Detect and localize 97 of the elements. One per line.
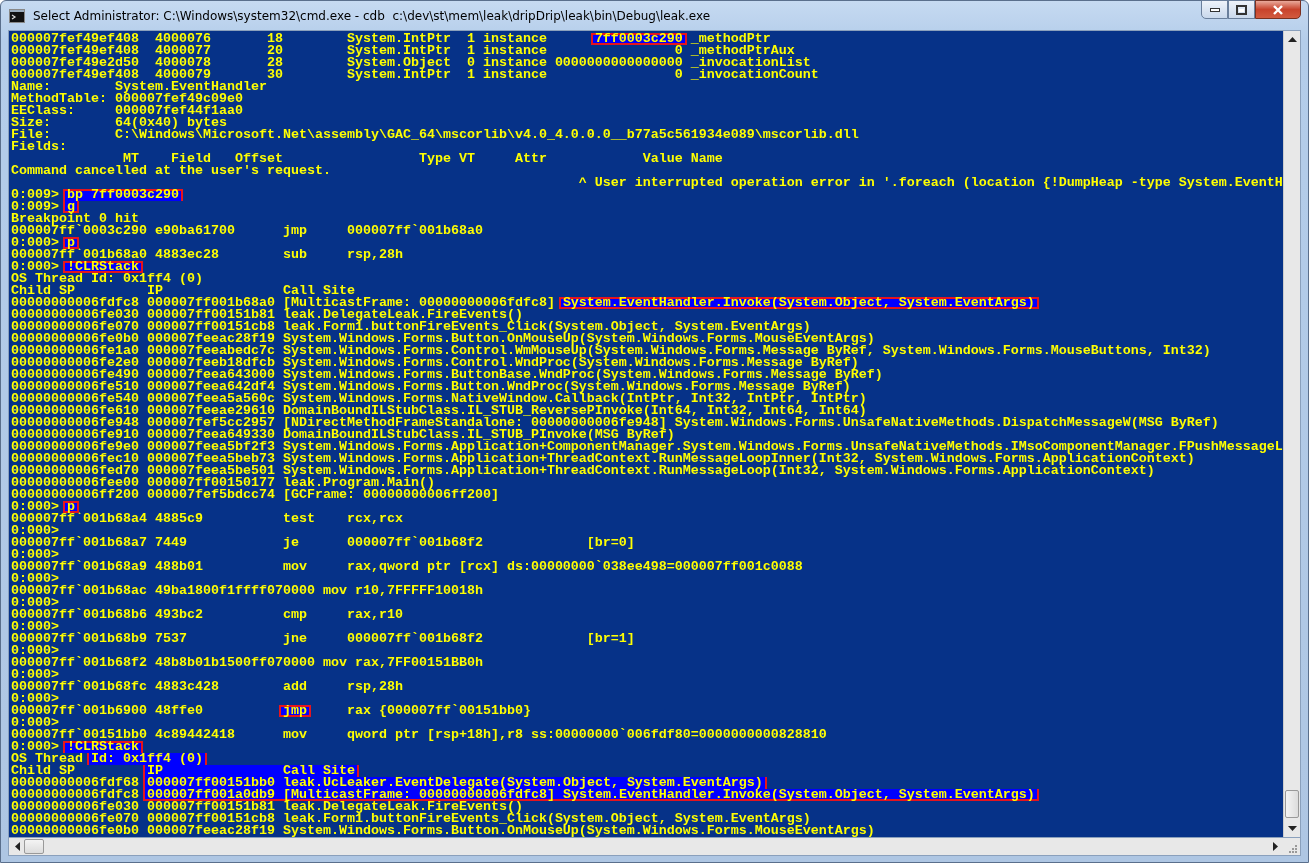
minimize-button[interactable] [1201,0,1228,19]
console-text: 000007ff`001b68f2 48b8b01b1500ff070000 mov rax,7FF00151BB0h [11,657,483,669]
console-text: OS Thread Id: 0x1ff4 (0) [11,273,203,285]
console-text: Child SP [11,765,75,777]
console-text: 000007fef49ef408 4000077 20 System.IntPtr 1 instance 0 _methodPtrAux [11,45,795,57]
console-text: 0:009> [11,201,59,213]
scroll-thumb[interactable] [24,839,44,854]
console-text: 0:009> [11,189,60,201]
console-text: bp 7ff0003c290 [63,189,183,201]
console-text: !CLRStack [63,261,143,273]
console-text: 0:000> [11,525,59,537]
console-text: 00000000006fe1a0 000007feeabedc7c System.Windows.Forms.Control.WmMouseUp(System.Windows.Forms.Message ByRef, System.Windows.Forms.MouseButtons, Int32) [11,345,1211,357]
console-text: g [63,201,79,213]
console-text: _methodPtr [689,33,771,45]
close-button[interactable] [1255,0,1301,19]
console-text: 000007fef49ef408 4000076 18 System.IntPtr 1 instance [11,33,548,45]
console-text: 000007ff`001b68a4 4885c9 test rcx,rcx [11,513,403,525]
console-text: 0:000> [11,501,59,513]
console-text: Name: System.EventHandler [11,81,267,93]
console-text: 00000000006fe9e0 000007feea5bf2f3 System.Windows.Forms.Application+ComponentManager.System.Windows.Forms.UnsafeNativeMethods.IMsoComponentManager.FPushMessageL [11,441,1283,453]
console-text: Id: 0x1ff4 (0) [87,753,207,765]
console-text: 0:000> [11,573,59,585]
console-text: 00000000006fe490 000007feea643000 System.Windows.Forms.ButtonBase.WndProc(System.Windows.Forms.Message ByRef) [11,369,883,381]
console-text: 00000000006fec10 000007feea5beb73 System.Windows.Forms.Application+ThreadContext.RunMessageLoopInner(Int32, System.Windows.Forms.ApplicationContext) [11,453,1195,465]
minimize-icon [1209,7,1220,12]
console-text: 00000000006fe540 000007feea5a560c System.Windows.Forms.NativeWindow.Callback(IntPtr, Int32, IntPtr, IntPtr) [11,393,867,405]
console-text: 00000000006fe2e0 000007feeb18dfcb System.Windows.Forms.Control.WndProc(System.Windows.Forms.Message ByRef) [11,357,859,369]
restore-icon [1236,4,1247,15]
scroll-right-icon[interactable] [1273,842,1278,851]
console-text: 000007fef49e2d50 4000078 28 System.Object 0 instance 0000000000000000 _invocationList [11,57,811,69]
console-text: ^ User interrupted operation error in '.foreach (location {!DumpHeap -type System.EventH [577,177,1283,189]
console-text: 00000000006fe0b0 000007feeac28f19 System.Windows.Forms.Button.OnMouseUp(System.Windows.Forms.MouseEventArgs) [11,333,875,345]
console-text: File: C:\Windows\Microsoft.Net\assembly\GAC_64\mscorlib\v4.0_4.0.0.0__b77a5c561934e089\mscorlib.dll [11,129,859,141]
close-icon [1272,4,1284,15]
console-text: MT Field Offset Type VT Attr Value Name [122,153,723,165]
console-icon [9,8,25,23]
scroll-left-icon[interactable] [15,842,20,851]
console-text: 00000000006fe070 000007ff00151cb8 leak.Form1.buttonFireEvents_Click(System.Object, System.EventArgs) [11,321,811,333]
console-text: 0:000> [11,645,59,657]
console-text: 000007ff`001b68b9 7537 jne 000007ff`001b68f2 [br=1] [11,633,635,645]
console-text: 0:000> [11,237,59,249]
console-text: 000007ff`00151bb0 4c89442418 mov qword ptr [rsp+18h],r8 ss:00000000`006fdf80=0000000000828810 [11,729,827,741]
console-text: EEClass: 000007fef44f1aa0 [11,105,243,117]
console-text: jmp [278,705,311,717]
console-text: 000007ff`001b68a0 4883ec28 sub rsp,28h [11,249,403,261]
maximize-button[interactable] [1228,0,1255,19]
console-text: System.EventHandler.Invoke(System.Object, System.EventArgs) [558,297,1039,309]
console-text: Size: 64(0x40) bytes [11,117,227,129]
console-text: 0:000> [11,669,59,681]
console-text: OS Thread [11,753,84,765]
console-text: 000007ff00151bb0 leak.UcLeaker.EventDelegate(System.Object, System.EventArgs) [143,777,767,789]
console-text: 00000000006fdf68 [11,777,140,789]
console-text: p [63,501,79,513]
console-text: 000007ff`001b68ac 49ba1800f1ffff070000 mov r10,7FFFFF10018h [11,585,483,597]
console-text: 0:000> [11,717,59,729]
console-text: 000007ff`001b68b6 493bc2 cmp rax,r10 [11,609,403,621]
scroll-down-icon[interactable] [1287,826,1297,831]
console-text: MethodTable: 000007fef49c09e0 [11,93,243,105]
console-text: p [63,237,79,249]
console-text: 000007ff001a0db9 [MulticastFrame: 00000000006fdfc8] System.EventHandler.Invoke(System.Object, System.EventArgs) [143,789,1039,801]
console-text: IP Call Site [143,765,359,777]
console-text: 0:000> [11,741,59,753]
console-text: 000007ff`001b68fc 4883c428 add rsp,28h [11,681,403,693]
console-text: 00000000006fe070 000007ff00151cb8 leak.Form1.buttonFireEvents_Click(System.Object, System.EventArgs) [11,813,811,825]
console-text: 0:000> [11,261,59,273]
console-text: 000007ff`0003c290 e90ba61700 jmp 000007ff`001b68a0 [11,225,483,237]
console-text: 7ff0003c290 [590,33,687,45]
console-text: 000007ff`001b6900 48ffe0 [11,705,204,717]
console-text: 00000000006fe948 000007fef5cc2957 [NDirectMethodFrameStandalone: 00000000006fe948] System.Windows.Forms.UnsafeNativeMethods.DispatchMessageW(MSG ByRef) [11,417,1219,429]
console-text: 00000000006fe030 000007ff00151b81 leak.DelegateLeak.FireEvents() [11,801,523,813]
console-text: 00000000006fe910 000007feea649330 DomainBoundILStubClass.IL_STUB_PInvoke(MSG ByRef) [11,429,675,441]
console-text: 000007fef49ef408 4000079 30 System.IntPtr 1 instance 0 _invocationCount [11,69,819,81]
console-text: 000007ff`001b68a7 7449 je 000007ff`001b68f2 [br=0] [11,537,635,549]
scroll-up-icon[interactable] [1287,37,1297,42]
console-text: 00000000006fee00 000007ff00150177 leak.Program.Main() [11,477,435,489]
console-text: 00000000006fe510 000007feea642df4 System.Windows.Forms.Button.WndProc(System.Windows.Forms.Message ByRef) [11,381,851,393]
console-text: 0:000> [11,621,59,633]
console-text: 00000000006fed70 000007feea5be501 System.Windows.Forms.Application+ThreadContext.RunMessageLoop(Int32, System.Windows.Forms.ApplicationContext) [11,465,1155,477]
console-text: 00000000006fdfc8 000007ff001b68a0 [MulticastFrame: 00000000006fdfc8] [11,297,556,309]
console-text: 00000000006ff200 000007fef5bdcc74 [GCFrame: 00000000006ff200] [11,489,499,501]
resize-grip-icon[interactable] [1287,843,1297,853]
console-text: Fields: [11,141,67,153]
window-title: Select Administrator: C:\Windows\system32\cmd.exe - cdb c:\dev\st\mem\leak\dripDrip\leak\bin\Debug\leak.exe [33,8,712,23]
console-text: 0:000> [11,597,59,609]
console-text: Command cancelled at the user's request. [11,165,331,177]
console-text: rax {000007ff`00151bb0} [345,705,531,717]
console-text: 00000000006fe610 000007feeae29610 DomainBoundILStubClass.IL_STUB_ReversePInvoke(Int64, Int32, Int64, Int64) [11,405,867,417]
console-text: 00000000006fdfc8 [11,789,140,801]
console-text: Breakpoint 0 hit [11,213,139,225]
console-text: Child SP IP Call Site [11,285,355,297]
console-text: 000007ff`001b68a9 488b01 mov rax,qword ptr [rcx] ds:00000000`038ee498=000007ff001c0088 [11,561,803,573]
console-text: 0:000> [11,693,59,705]
scroll-thumb[interactable] [1285,790,1299,818]
console-text: !CLRStack [63,741,143,753]
console-text: 0:000> [11,549,59,561]
console-text: 00000000006fe0b0 000007feeac28f19 System.Windows.Forms.Button.OnMouseUp(System.Windows.Forms.MouseEventArgs) [11,825,875,837]
console-text: 00000000006fe030 000007ff00151b81 leak.DelegateLeak.FireEvents() [11,309,523,321]
